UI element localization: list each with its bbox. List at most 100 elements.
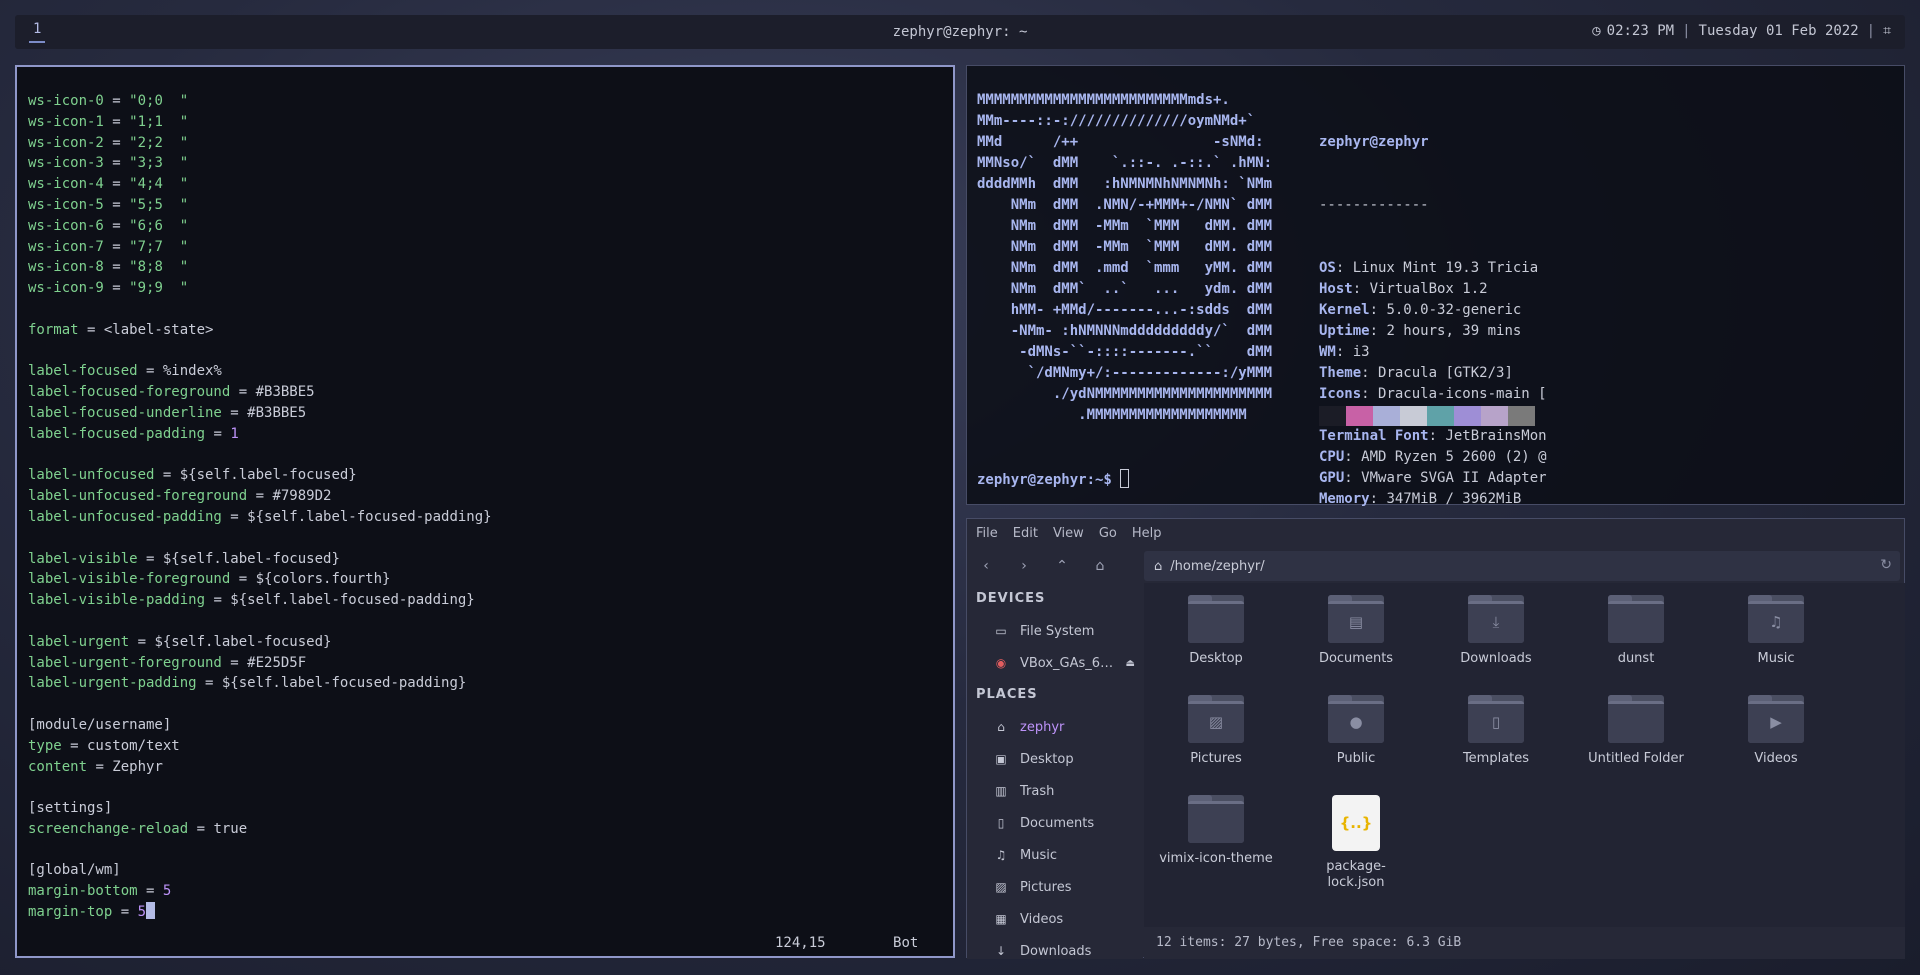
code-token: label-unfocused-padding	[28, 508, 222, 525]
eject-icon[interactable]: ⏏	[1126, 658, 1135, 669]
code-token: = ${self.label-focused}	[154, 467, 357, 484]
code-token: "0;0 "	[129, 93, 189, 109]
sidebar-item-desktop[interactable]: ▣ Desktop	[967, 743, 1143, 775]
file-item[interactable]: Desktop	[1152, 595, 1280, 667]
menu-help[interactable]: Help	[1132, 526, 1162, 541]
editor-line: label-focused-padding = 1	[28, 424, 953, 445]
code-token: =	[103, 259, 130, 276]
sidebar-item-pictures[interactable]: ▨ Pictures	[967, 871, 1143, 903]
code-token: = ${self.label-focused-padding}	[205, 592, 475, 609]
code-token: "5;5 "	[129, 196, 189, 213]
file-item[interactable]: ▶ Videos	[1712, 695, 1840, 767]
sidebar-item-downloads[interactable]: ↓ Downloads	[967, 935, 1143, 959]
info-row: Uptime: 2 hours, 39 mins	[1319, 323, 1522, 339]
sidebar-item-music[interactable]: ♫ Music	[967, 839, 1143, 871]
color-swatch	[1454, 406, 1481, 426]
vim-editor[interactable]: ws-icon-0 = "0;0 " ws-icon-1 = "1;1 " ws-i…	[15, 65, 955, 958]
editor-line: content = Zephyr	[28, 757, 953, 778]
code-token: = %index%	[137, 363, 222, 380]
editor-line: ws-icon-9 = "9;9 "	[28, 278, 953, 299]
editor-line: label-unfocused-foreground = #7989D2	[28, 486, 953, 507]
video-icon: ▦	[995, 912, 1007, 926]
sidebar-item-zephyr[interactable]: ⌂ zephyr	[967, 711, 1143, 743]
sidebar-item-label: Pictures	[1020, 879, 1072, 895]
code-token: ws-icon-0	[28, 93, 104, 109]
code-token: label-unfocused	[28, 467, 155, 484]
vim-statusline: 124,15 Bot	[775, 933, 918, 954]
code-token: = Zephyr	[87, 758, 163, 775]
sidebar-item-vbox-gas-6[interactable]: ◉ VBox_GAs_6… ⏏	[967, 647, 1143, 679]
sidebar-item-videos[interactable]: ▦ Videos	[967, 903, 1143, 935]
workspace-1-button[interactable]: 1	[29, 21, 46, 43]
info-label: WM	[1319, 344, 1336, 360]
sidebar-item-trash[interactable]: ▥ Trash	[967, 775, 1143, 807]
editor-line: margin-bottom = 5	[28, 881, 953, 902]
menu-edit[interactable]: Edit	[1013, 526, 1038, 541]
editor-line: type = custom/text	[28, 736, 953, 757]
file-item[interactable]: vimix-icon-theme	[1152, 795, 1280, 867]
menu-file[interactable]: File	[976, 526, 998, 541]
up-button[interactable]: ⌃	[1043, 558, 1081, 574]
code-token: ws-icon-8	[28, 259, 104, 276]
forward-button[interactable]: ›	[1005, 558, 1043, 574]
code-token: label-visible	[28, 550, 138, 567]
file-item[interactable]: ♫ Music	[1712, 595, 1840, 667]
back-button[interactable]: ‹	[967, 558, 1005, 574]
places-header: PLACES	[976, 687, 1038, 702]
file-grid: Desktop ▤ Documents ⤓ Downloads dunst ♫ Music ▨ P…	[1144, 583, 1905, 927]
ascii-line: NMm dMM` ..` ... ydm. dMM	[977, 281, 1273, 297]
menu-go[interactable]: Go	[1099, 526, 1117, 541]
info-value: 5.0.0-32-generic	[1386, 302, 1522, 318]
info-label: CPU	[1319, 449, 1345, 465]
editor-line: format = <label-state>	[28, 320, 953, 341]
info-value: 2 hours, 39 mins	[1386, 323, 1522, 339]
info-label: OS	[1319, 260, 1336, 276]
file-item[interactable]: ● Public	[1292, 695, 1420, 767]
ascii-line: .MMMMMMMMMMMMMMMMMMM	[977, 407, 1247, 423]
sidebar-item-file-system[interactable]: ▭ File System	[967, 615, 1143, 647]
network-icon[interactable]: ⌗	[1883, 23, 1891, 39]
file-name: Untitled Folder	[1588, 751, 1684, 766]
file-item[interactable]: ⤓ Downloads	[1432, 595, 1560, 667]
editor-line: [global/wm]	[28, 860, 953, 881]
shell-prompt[interactable]: zephyr@zephyr:~$	[977, 469, 1130, 491]
reload-icon[interactable]: ↻	[1880, 557, 1892, 573]
info-label: Memory	[1319, 491, 1370, 507]
code-token: "1;1 "	[129, 113, 189, 130]
scroll-indicator: Bot	[893, 935, 919, 951]
ascii-line: NMm dMM .mmd `mmm yMM. dMM	[977, 260, 1273, 276]
info-label: Host	[1319, 281, 1353, 297]
home-button[interactable]: ⌂	[1081, 558, 1119, 574]
terminal-window[interactable]: MMMMMMMMMMMMMMMMMMMMMMMMMmds+. MMm----::-…	[966, 65, 1905, 507]
code-token: 1	[230, 425, 239, 442]
file-item[interactable]: ▨ Pictures	[1152, 695, 1280, 767]
code-token: = <label-state>	[78, 321, 214, 338]
code-token: label-urgent	[28, 633, 130, 650]
file-item[interactable]: dunst	[1572, 595, 1700, 667]
location-bar[interactable]: ⌂ /home/zephyr/ ↻	[1144, 551, 1900, 581]
file-item[interactable]: {..} package- lock.json	[1292, 795, 1420, 891]
home-icon: ⌂	[1154, 558, 1163, 574]
code-token: =	[103, 113, 130, 130]
file-item[interactable]: Untitled Folder	[1572, 695, 1700, 767]
menu-view[interactable]: View	[1053, 526, 1084, 541]
code-token: label-visible-padding	[28, 592, 206, 609]
sidebar-item-documents[interactable]: ▯ Documents	[967, 807, 1143, 839]
sidebar: DEVICES ▭ File System ◉ VBox_GAs_6… ⏏ PLACES…	[967, 583, 1143, 959]
file-item[interactable]: ▤ Documents	[1292, 595, 1420, 667]
folder-icon: ♫	[1748, 595, 1804, 643]
code-token: =	[103, 280, 130, 297]
file-item[interactable]: ▯ Templates	[1432, 695, 1560, 767]
sidebar-item-label: Desktop	[1020, 751, 1074, 767]
folder-icon: ▨	[1188, 695, 1244, 743]
info-row: GPU: VMware SVGA II Adapter	[1319, 470, 1547, 486]
json-file-icon: {..}	[1332, 795, 1380, 851]
code-token: ws-icon-6	[28, 217, 104, 234]
ascii-line: NMm dMM -MMm `MMM dMM. dMM	[977, 218, 1273, 234]
sidebar-item-label: Trash	[1020, 783, 1055, 799]
